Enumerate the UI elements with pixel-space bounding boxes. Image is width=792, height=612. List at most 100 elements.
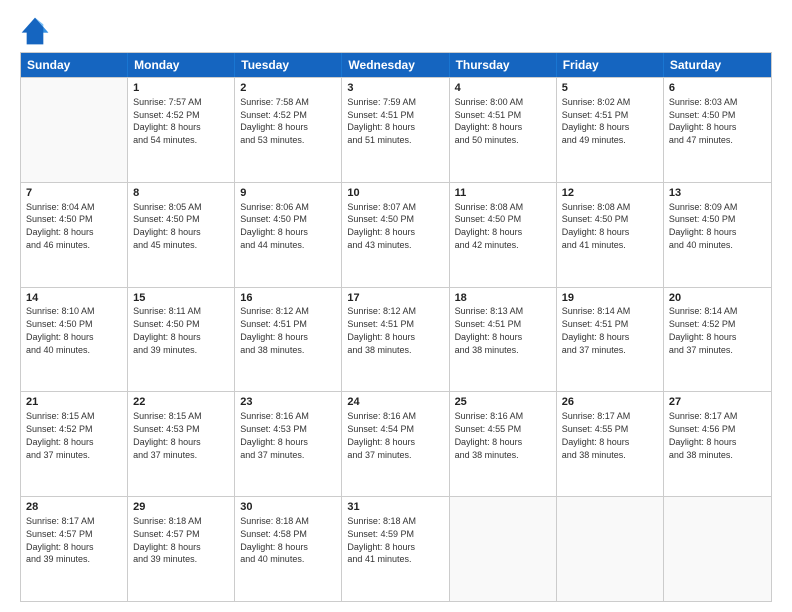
calendar-cell: 14Sunrise: 8:10 AM Sunset: 4:50 PM Dayli… [21, 288, 128, 392]
cell-info: Sunrise: 7:58 AM Sunset: 4:52 PM Dayligh… [240, 97, 309, 145]
calendar-cell: 24Sunrise: 8:16 AM Sunset: 4:54 PM Dayli… [342, 392, 449, 496]
calendar-cell: 17Sunrise: 8:12 AM Sunset: 4:51 PM Dayli… [342, 288, 449, 392]
day-number: 9 [240, 186, 336, 201]
day-number: 10 [347, 186, 443, 201]
cell-info: Sunrise: 8:17 AM Sunset: 4:56 PM Dayligh… [669, 411, 738, 459]
calendar-cell: 7Sunrise: 8:04 AM Sunset: 4:50 PM Daylig… [21, 183, 128, 287]
cell-info: Sunrise: 8:15 AM Sunset: 4:53 PM Dayligh… [133, 411, 202, 459]
day-number: 4 [455, 81, 551, 96]
cell-info: Sunrise: 8:16 AM Sunset: 4:54 PM Dayligh… [347, 411, 416, 459]
calendar-cell: 30Sunrise: 8:18 AM Sunset: 4:58 PM Dayli… [235, 497, 342, 601]
cell-info: Sunrise: 8:08 AM Sunset: 4:50 PM Dayligh… [562, 202, 631, 250]
logo-icon [20, 16, 50, 46]
day-number: 2 [240, 81, 336, 96]
weekday-header: Wednesday [342, 53, 449, 77]
calendar-row: 1Sunrise: 7:57 AM Sunset: 4:52 PM Daylig… [21, 77, 771, 182]
calendar-cell: 27Sunrise: 8:17 AM Sunset: 4:56 PM Dayli… [664, 392, 771, 496]
calendar-cell: 11Sunrise: 8:08 AM Sunset: 4:50 PM Dayli… [450, 183, 557, 287]
calendar-cell: 5Sunrise: 8:02 AM Sunset: 4:51 PM Daylig… [557, 78, 664, 182]
cell-info: Sunrise: 8:18 AM Sunset: 4:59 PM Dayligh… [347, 516, 416, 564]
day-number: 3 [347, 81, 443, 96]
calendar-cell: 26Sunrise: 8:17 AM Sunset: 4:55 PM Dayli… [557, 392, 664, 496]
calendar-cell: 29Sunrise: 8:18 AM Sunset: 4:57 PM Dayli… [128, 497, 235, 601]
calendar-cell [557, 497, 664, 601]
calendar-cell [664, 497, 771, 601]
calendar-cell: 20Sunrise: 8:14 AM Sunset: 4:52 PM Dayli… [664, 288, 771, 392]
calendar-cell: 16Sunrise: 8:12 AM Sunset: 4:51 PM Dayli… [235, 288, 342, 392]
day-number: 25 [455, 395, 551, 410]
header [20, 16, 772, 46]
day-number: 14 [26, 291, 122, 306]
calendar-cell: 4Sunrise: 8:00 AM Sunset: 4:51 PM Daylig… [450, 78, 557, 182]
calendar-cell: 25Sunrise: 8:16 AM Sunset: 4:55 PM Dayli… [450, 392, 557, 496]
calendar-cell: 13Sunrise: 8:09 AM Sunset: 4:50 PM Dayli… [664, 183, 771, 287]
calendar-cell: 18Sunrise: 8:13 AM Sunset: 4:51 PM Dayli… [450, 288, 557, 392]
day-number: 18 [455, 291, 551, 306]
cell-info: Sunrise: 8:13 AM Sunset: 4:51 PM Dayligh… [455, 306, 524, 354]
weekday-header: Sunday [21, 53, 128, 77]
day-number: 5 [562, 81, 658, 96]
day-number: 1 [133, 81, 229, 96]
day-number: 24 [347, 395, 443, 410]
calendar-row: 7Sunrise: 8:04 AM Sunset: 4:50 PM Daylig… [21, 182, 771, 287]
day-number: 19 [562, 291, 658, 306]
calendar-cell: 2Sunrise: 7:58 AM Sunset: 4:52 PM Daylig… [235, 78, 342, 182]
calendar-cell: 15Sunrise: 8:11 AM Sunset: 4:50 PM Dayli… [128, 288, 235, 392]
day-number: 13 [669, 186, 766, 201]
weekday-header: Monday [128, 53, 235, 77]
cell-info: Sunrise: 8:15 AM Sunset: 4:52 PM Dayligh… [26, 411, 95, 459]
calendar-cell: 1Sunrise: 7:57 AM Sunset: 4:52 PM Daylig… [128, 78, 235, 182]
calendar-row: 21Sunrise: 8:15 AM Sunset: 4:52 PM Dayli… [21, 391, 771, 496]
day-number: 30 [240, 500, 336, 515]
cell-info: Sunrise: 8:14 AM Sunset: 4:52 PM Dayligh… [669, 306, 738, 354]
cell-info: Sunrise: 8:17 AM Sunset: 4:55 PM Dayligh… [562, 411, 631, 459]
day-number: 15 [133, 291, 229, 306]
calendar-cell [21, 78, 128, 182]
calendar-cell: 12Sunrise: 8:08 AM Sunset: 4:50 PM Dayli… [557, 183, 664, 287]
day-number: 8 [133, 186, 229, 201]
day-number: 11 [455, 186, 551, 201]
cell-info: Sunrise: 8:10 AM Sunset: 4:50 PM Dayligh… [26, 306, 95, 354]
cell-info: Sunrise: 8:16 AM Sunset: 4:55 PM Dayligh… [455, 411, 524, 459]
calendar: SundayMondayTuesdayWednesdayThursdayFrid… [20, 52, 772, 602]
cell-info: Sunrise: 8:12 AM Sunset: 4:51 PM Dayligh… [347, 306, 416, 354]
day-number: 23 [240, 395, 336, 410]
calendar-cell: 6Sunrise: 8:03 AM Sunset: 4:50 PM Daylig… [664, 78, 771, 182]
calendar-cell: 21Sunrise: 8:15 AM Sunset: 4:52 PM Dayli… [21, 392, 128, 496]
cell-info: Sunrise: 8:12 AM Sunset: 4:51 PM Dayligh… [240, 306, 309, 354]
calendar-header: SundayMondayTuesdayWednesdayThursdayFrid… [21, 53, 771, 77]
day-number: 27 [669, 395, 766, 410]
weekday-header: Saturday [664, 53, 771, 77]
day-number: 16 [240, 291, 336, 306]
day-number: 12 [562, 186, 658, 201]
day-number: 20 [669, 291, 766, 306]
day-number: 21 [26, 395, 122, 410]
day-number: 7 [26, 186, 122, 201]
calendar-body: 1Sunrise: 7:57 AM Sunset: 4:52 PM Daylig… [21, 77, 771, 601]
page: SundayMondayTuesdayWednesdayThursdayFrid… [0, 0, 792, 612]
calendar-cell: 19Sunrise: 8:14 AM Sunset: 4:51 PM Dayli… [557, 288, 664, 392]
logo [20, 16, 54, 46]
day-number: 31 [347, 500, 443, 515]
day-number: 29 [133, 500, 229, 515]
day-number: 28 [26, 500, 122, 515]
cell-info: Sunrise: 8:00 AM Sunset: 4:51 PM Dayligh… [455, 97, 524, 145]
cell-info: Sunrise: 8:02 AM Sunset: 4:51 PM Dayligh… [562, 97, 631, 145]
calendar-cell: 9Sunrise: 8:06 AM Sunset: 4:50 PM Daylig… [235, 183, 342, 287]
weekday-header: Thursday [450, 53, 557, 77]
calendar-cell: 3Sunrise: 7:59 AM Sunset: 4:51 PM Daylig… [342, 78, 449, 182]
cell-info: Sunrise: 7:57 AM Sunset: 4:52 PM Dayligh… [133, 97, 202, 145]
cell-info: Sunrise: 8:06 AM Sunset: 4:50 PM Dayligh… [240, 202, 309, 250]
cell-info: Sunrise: 7:59 AM Sunset: 4:51 PM Dayligh… [347, 97, 416, 145]
cell-info: Sunrise: 8:14 AM Sunset: 4:51 PM Dayligh… [562, 306, 631, 354]
cell-info: Sunrise: 8:08 AM Sunset: 4:50 PM Dayligh… [455, 202, 524, 250]
cell-info: Sunrise: 8:11 AM Sunset: 4:50 PM Dayligh… [133, 306, 201, 354]
weekday-header: Friday [557, 53, 664, 77]
cell-info: Sunrise: 8:18 AM Sunset: 4:58 PM Dayligh… [240, 516, 309, 564]
weekday-header: Tuesday [235, 53, 342, 77]
calendar-cell: 28Sunrise: 8:17 AM Sunset: 4:57 PM Dayli… [21, 497, 128, 601]
cell-info: Sunrise: 8:18 AM Sunset: 4:57 PM Dayligh… [133, 516, 202, 564]
cell-info: Sunrise: 8:16 AM Sunset: 4:53 PM Dayligh… [240, 411, 309, 459]
cell-info: Sunrise: 8:09 AM Sunset: 4:50 PM Dayligh… [669, 202, 738, 250]
calendar-cell [450, 497, 557, 601]
